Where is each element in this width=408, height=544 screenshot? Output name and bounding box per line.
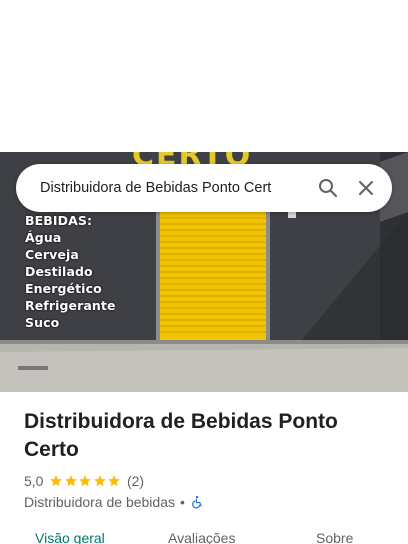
search-input[interactable]: Distribuidora de Bebidas Ponto Cert <box>40 164 288 212</box>
star-icon <box>79 475 92 487</box>
wheelchair-icon[interactable] <box>190 495 204 509</box>
place-category[interactable]: Distribuidora de bebidas <box>24 494 175 510</box>
tab-about[interactable]: Sobre <box>316 530 353 544</box>
overlay-line: Refrigerante <box>25 298 116 313</box>
tab-reviews[interactable]: Avaliações <box>168 530 235 544</box>
star-rating <box>49 474 122 488</box>
overlay-line: Cerveja <box>25 247 79 262</box>
close-icon[interactable] <box>354 176 378 200</box>
star-icon <box>65 475 77 487</box>
category-row: Distribuidora de bebidas • <box>24 492 204 512</box>
star-icon <box>108 475 121 487</box>
overlay-line: Água <box>25 230 62 245</box>
place-tabs: Visão geral Avaliações Sobre <box>0 530 408 544</box>
rating-row[interactable]: 5,0 (2) <box>24 472 144 490</box>
star-icon <box>50 475 63 487</box>
overlay-line: Destilado <box>25 264 93 279</box>
search-icon[interactable] <box>316 176 340 200</box>
rating-value: 5,0 <box>24 473 44 489</box>
overlay-line: Energético <box>25 281 102 296</box>
review-count[interactable]: (2) <box>127 473 144 489</box>
star-icon <box>94 475 106 487</box>
search-bar[interactable]: Distribuidora de Bebidas Ponto Cert <box>16 164 392 212</box>
overlay-line: BEBIDAS: <box>25 213 93 228</box>
tab-overview[interactable]: Visão geral <box>35 530 105 544</box>
overlay-line: Suco <box>25 315 60 330</box>
separator-dot: • <box>179 494 185 510</box>
map-blank-area <box>0 0 408 152</box>
storefront-product-list: BEBIDAS: Água Cerveja Destilado Energéti… <box>24 212 116 331</box>
place-title: Distribuidora de Bebidas Ponto Certo <box>24 410 338 461</box>
